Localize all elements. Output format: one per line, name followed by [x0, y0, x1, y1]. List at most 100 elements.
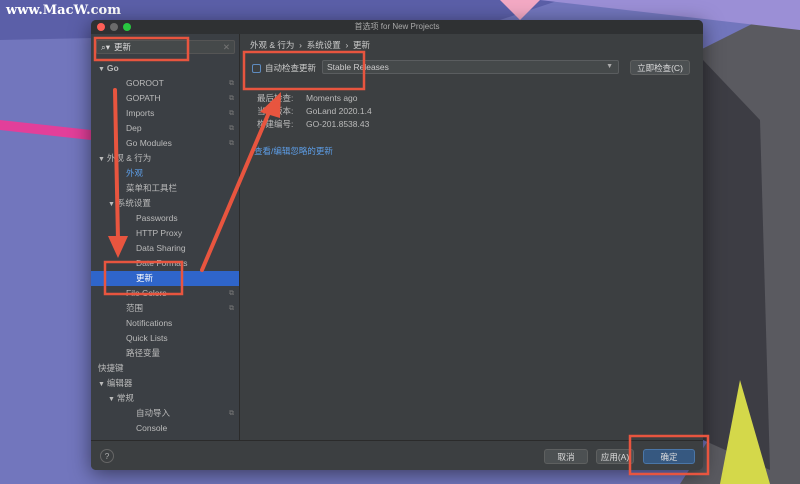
- tree-item[interactable]: Imports ⧉: [91, 106, 239, 121]
- tree-item[interactable]: ▼ 编辑器: [91, 376, 239, 391]
- build-value: GO-201.8538.43: [306, 119, 370, 129]
- watermark: www.MacW.com: [6, 3, 121, 18]
- auto-check-checkbox[interactable]: 自动检查更新: [252, 62, 316, 74]
- apply-button[interactable]: 应用(A): [596, 449, 634, 464]
- breadcrumb: 外观 & 行为 › 系统设置 › 更新: [250, 39, 370, 51]
- project-scope-icon: ⧉: [229, 290, 234, 297]
- project-scope-icon: ⧉: [229, 110, 234, 117]
- zoom-button[interactable]: [123, 23, 131, 31]
- checkbox-icon[interactable]: [252, 63, 261, 73]
- tree-item-label: 范围: [126, 303, 144, 313]
- tree-item-label: Dep: [126, 123, 142, 133]
- tree-item-label: 快捷键: [98, 363, 124, 373]
- tree-item-label: Passwords: [136, 213, 178, 223]
- close-button[interactable]: [97, 23, 105, 31]
- tree-item[interactable]: 范围 ⧉: [91, 301, 239, 316]
- tree-item-label: Go Modules: [126, 138, 172, 148]
- breadcrumb-sep: ›: [345, 40, 349, 50]
- window-title: 首选项 for New Projects: [354, 22, 440, 31]
- tree-item-label: 外观 & 行为: [106, 153, 152, 163]
- breadcrumb-item: 外观 & 行为: [250, 40, 295, 50]
- tree-item[interactable]: Passwords: [91, 211, 239, 226]
- settings-tree: ▼ Go GOROOT ⧉ GOPATH ⧉ Imports ⧉ Dep ⧉ Go Modules…: [91, 61, 239, 440]
- tree-item[interactable]: GOPATH ⧉: [91, 91, 239, 106]
- tree-item-label: File Colors: [126, 288, 167, 298]
- tree-item[interactable]: Date Formats: [91, 256, 239, 271]
- check-now-button[interactable]: 立即检查(C): [630, 60, 690, 75]
- tree-item-label: 自动导入: [136, 408, 171, 418]
- search-value: 更新: [114, 42, 132, 52]
- current-version-label: 当前版本:: [257, 106, 294, 116]
- project-scope-icon: ⧉: [229, 410, 234, 417]
- dialog-footer: ? 取消 应用(A) 确定: [91, 440, 703, 470]
- tree-item-label: 常规: [116, 393, 134, 403]
- expand-arrow-icon[interactable]: ▼: [98, 156, 107, 163]
- minimize-button[interactable]: [110, 23, 118, 31]
- tree-item-label: Data Sharing: [136, 243, 186, 253]
- tree-item-label: Imports: [126, 108, 155, 118]
- expand-arrow-icon[interactable]: ▼: [108, 201, 117, 208]
- search-icon: ⌕▾: [101, 41, 111, 52]
- project-scope-icon: ⧉: [229, 140, 234, 147]
- tree-item-label: 菜单和工具栏: [126, 183, 178, 193]
- tree-item[interactable]: 快捷键: [91, 361, 239, 376]
- channel-select[interactable]: Stable Releases ▼: [322, 60, 619, 74]
- tree-item[interactable]: ▼ 外观 & 行为: [91, 151, 239, 166]
- tree-item[interactable]: Notifications: [91, 316, 239, 331]
- chevron-down-icon: ▼: [606, 63, 613, 70]
- tree-item-label: 更新: [136, 273, 154, 283]
- tree-item-label: Quick Lists: [126, 333, 168, 343]
- tree-item-label: 编辑器: [106, 378, 133, 388]
- breadcrumb-sep: ›: [299, 40, 302, 50]
- clear-search-icon[interactable]: ✕: [223, 42, 230, 53]
- tree-item-label: Notifications: [126, 318, 173, 328]
- help-button[interactable]: ?: [100, 449, 114, 463]
- tree-item[interactable]: Go Modules ⧉: [91, 136, 239, 151]
- tree-item[interactable]: 外观: [91, 166, 239, 181]
- tree-item-label: Date Formats: [136, 258, 188, 268]
- tree-item[interactable]: ▼ 常规: [91, 391, 239, 406]
- last-checked-value: Moments ago: [306, 93, 358, 103]
- expand-arrow-icon[interactable]: ▼: [98, 66, 107, 73]
- project-scope-icon: ⧉: [229, 125, 234, 132]
- project-scope-icon: ⧉: [229, 95, 234, 102]
- current-version-value: GoLand 2020.1.4: [306, 106, 372, 116]
- tree-item-label: GOROOT: [126, 78, 164, 88]
- tree-item[interactable]: Console: [91, 421, 239, 436]
- expand-arrow-icon[interactable]: ▼: [98, 381, 107, 388]
- tree-item-label: 路径变量: [126, 348, 161, 358]
- build-label: 构建编号:: [257, 119, 294, 129]
- search-input[interactable]: ⌕▾ 更新 ✕: [96, 40, 235, 54]
- tree-item-label: GOPATH: [126, 93, 161, 103]
- ok-button[interactable]: 确定: [643, 449, 695, 464]
- tree-item[interactable]: 自动导入 ⧉: [91, 406, 239, 421]
- breadcrumb-item: 更新: [353, 40, 371, 50]
- title-bar: 首选项 for New Projects: [91, 20, 703, 34]
- tree-item[interactable]: File Colors ⧉: [91, 286, 239, 301]
- tree-item-label: 外观: [126, 168, 144, 178]
- ignored-updates-link[interactable]: 查看/编辑忽略的更新: [254, 145, 333, 157]
- breadcrumb-item: 系统设置: [306, 40, 341, 50]
- last-checked-label: 最后检查:: [257, 93, 294, 103]
- tree-item-label: Go: [106, 63, 119, 73]
- update-info: 最后检查: Moments ago 当前版本: GoLand 2020.1.4 构建…: [257, 92, 372, 131]
- cancel-button[interactable]: 取消: [544, 449, 588, 464]
- expand-arrow-icon[interactable]: ▼: [108, 396, 117, 403]
- tree-item[interactable]: 路径变量: [91, 346, 239, 361]
- preferences-window: 首选项 for New Projects ⌕▾ 更新 ✕ ▼ Go GOROOT ⧉ GO…: [91, 20, 703, 470]
- tree-item[interactable]: Quick Lists: [91, 331, 239, 346]
- tree-item[interactable]: 菜单和工具栏: [91, 181, 239, 196]
- project-scope-icon: ⧉: [229, 80, 234, 87]
- tree-item-label: Console: [136, 423, 168, 433]
- auto-check-label: 自动检查更新: [265, 63, 317, 73]
- settings-sidebar: ⌕▾ 更新 ✕ ▼ Go GOROOT ⧉ GOPATH ⧉ Imports ⧉ Dep ⧉ Go M…: [91, 34, 240, 440]
- tree-item[interactable]: 更新: [91, 271, 239, 286]
- tree-item[interactable]: ▼ Go: [91, 61, 239, 76]
- project-scope-icon: ⧉: [229, 305, 234, 312]
- tree-item[interactable]: HTTP Proxy: [91, 226, 239, 241]
- tree-item-label: HTTP Proxy: [136, 228, 183, 238]
- tree-item[interactable]: Data Sharing: [91, 241, 239, 256]
- tree-item[interactable]: GOROOT ⧉: [91, 76, 239, 91]
- tree-item[interactable]: Dep ⧉: [91, 121, 239, 136]
- tree-item[interactable]: ▼ 系统设置: [91, 196, 239, 211]
